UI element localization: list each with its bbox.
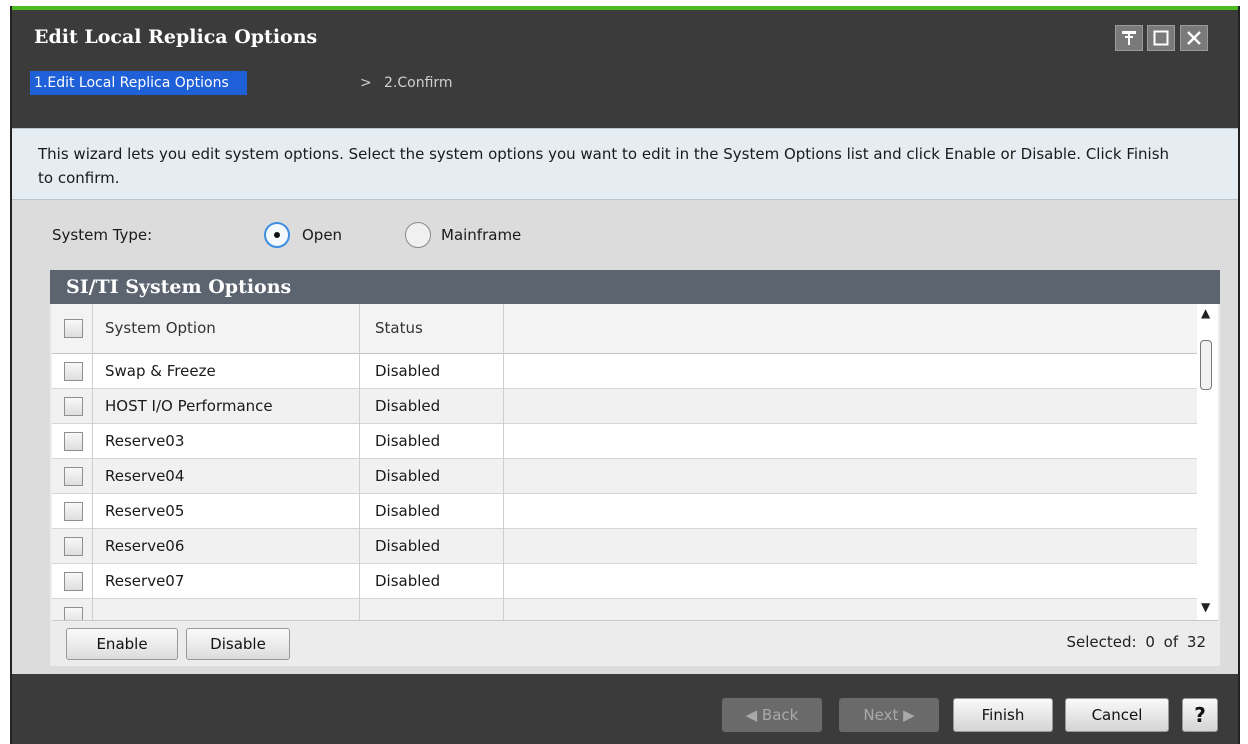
- selection-count: Selected: 0 of 32: [1066, 633, 1206, 651]
- column-divider: [359, 304, 360, 620]
- disable-button[interactable]: Disable: [186, 628, 290, 660]
- row-option: Reserve06: [105, 537, 185, 555]
- row-status: Disabled: [375, 502, 441, 520]
- row-option: Reserve03: [105, 432, 185, 450]
- table-row[interactable]: Reserve07 Disabled: [52, 564, 1197, 599]
- step-edit-options[interactable]: 1.Edit Local Replica Options: [30, 71, 247, 95]
- column-divider: [92, 304, 93, 620]
- radio-mainframe[interactable]: [405, 222, 431, 248]
- row-checkbox[interactable]: [64, 432, 83, 451]
- panel-title: SI/TI System Options: [50, 270, 1220, 304]
- row-checkbox[interactable]: [64, 362, 83, 381]
- column-system-option[interactable]: System Option: [105, 319, 216, 337]
- scroll-thumb[interactable]: [1200, 340, 1212, 390]
- step-confirm[interactable]: 2.Confirm: [384, 71, 453, 95]
- vertical-scrollbar[interactable]: ▲ ▼: [1197, 304, 1218, 620]
- select-all-checkbox[interactable]: [64, 319, 83, 338]
- finish-button[interactable]: Finish: [953, 698, 1053, 732]
- footer-bar: ◀ Back Next ▶ Finish Cancel ?: [12, 674, 1238, 744]
- table-row[interactable]: Swap & Freeze Disabled: [52, 354, 1197, 389]
- row-status: Disabled: [375, 537, 441, 555]
- scroll-up-icon[interactable]: ▲: [1201, 306, 1210, 320]
- help-icon[interactable]: ?: [1182, 698, 1218, 732]
- row-option: Reserve05: [105, 502, 185, 520]
- radio-open-label[interactable]: Open: [302, 226, 342, 244]
- window-title: Edit Local Replica Options: [34, 26, 318, 48]
- wizard-steps: 1.Edit Local Replica Options > 2.Confirm: [12, 65, 1238, 128]
- row-checkbox[interactable]: [64, 467, 83, 486]
- scroll-down-icon[interactable]: ▼: [1201, 600, 1210, 614]
- system-options-table: System Option Status Swap & Freeze Disab…: [52, 304, 1218, 621]
- system-type-label: System Type:: [52, 226, 153, 244]
- table-row[interactable]: Reserve06 Disabled: [52, 529, 1197, 564]
- title-bar: Edit Local Replica Options: [12, 10, 1238, 65]
- dialog-window: Edit Local Replica Options 1.Edit Local …: [10, 6, 1240, 744]
- row-option: Swap & Freeze: [105, 362, 216, 380]
- close-icon[interactable]: [1180, 25, 1208, 51]
- row-option: Reserve04: [105, 467, 185, 485]
- step-separator: >: [360, 75, 372, 91]
- radio-open[interactable]: [264, 222, 290, 248]
- wizard-description: This wizard lets you edit system options…: [12, 128, 1238, 200]
- row-option: Reserve07: [105, 572, 185, 590]
- radio-mainframe-label[interactable]: Mainframe: [441, 226, 521, 244]
- row-checkbox[interactable]: [64, 397, 83, 416]
- row-status: Disabled: [375, 362, 441, 380]
- table-row[interactable]: HOST I/O Performance Disabled: [52, 389, 1197, 424]
- back-button[interactable]: ◀ Back: [722, 698, 822, 732]
- row-checkbox[interactable]: [64, 572, 83, 591]
- system-options-panel: SI/TI System Options System Option Statu…: [50, 270, 1220, 666]
- next-button[interactable]: Next ▶: [839, 698, 939, 732]
- description-text: This wizard lets you edit system options…: [38, 145, 1170, 187]
- cancel-button[interactable]: Cancel: [1065, 698, 1169, 732]
- table-header: System Option Status: [52, 304, 1197, 354]
- table-row-partial[interactable]: [52, 599, 1197, 620]
- column-status[interactable]: Status: [375, 319, 423, 337]
- row-checkbox[interactable]: [64, 502, 83, 521]
- column-divider: [503, 304, 504, 620]
- row-checkbox[interactable]: [64, 537, 83, 556]
- table-row[interactable]: Reserve04 Disabled: [52, 459, 1197, 494]
- row-status: Disabled: [375, 397, 441, 415]
- pin-icon[interactable]: [1115, 25, 1143, 51]
- row-status: Disabled: [375, 467, 441, 485]
- row-status: Disabled: [375, 572, 441, 590]
- maximize-icon[interactable]: [1147, 25, 1175, 51]
- table-row[interactable]: Reserve05 Disabled: [52, 494, 1197, 529]
- row-checkbox[interactable]: [64, 607, 83, 620]
- row-option: HOST I/O Performance: [105, 397, 273, 415]
- row-status: Disabled: [375, 432, 441, 450]
- enable-button[interactable]: Enable: [66, 628, 178, 660]
- table-row[interactable]: Reserve03 Disabled: [52, 424, 1197, 459]
